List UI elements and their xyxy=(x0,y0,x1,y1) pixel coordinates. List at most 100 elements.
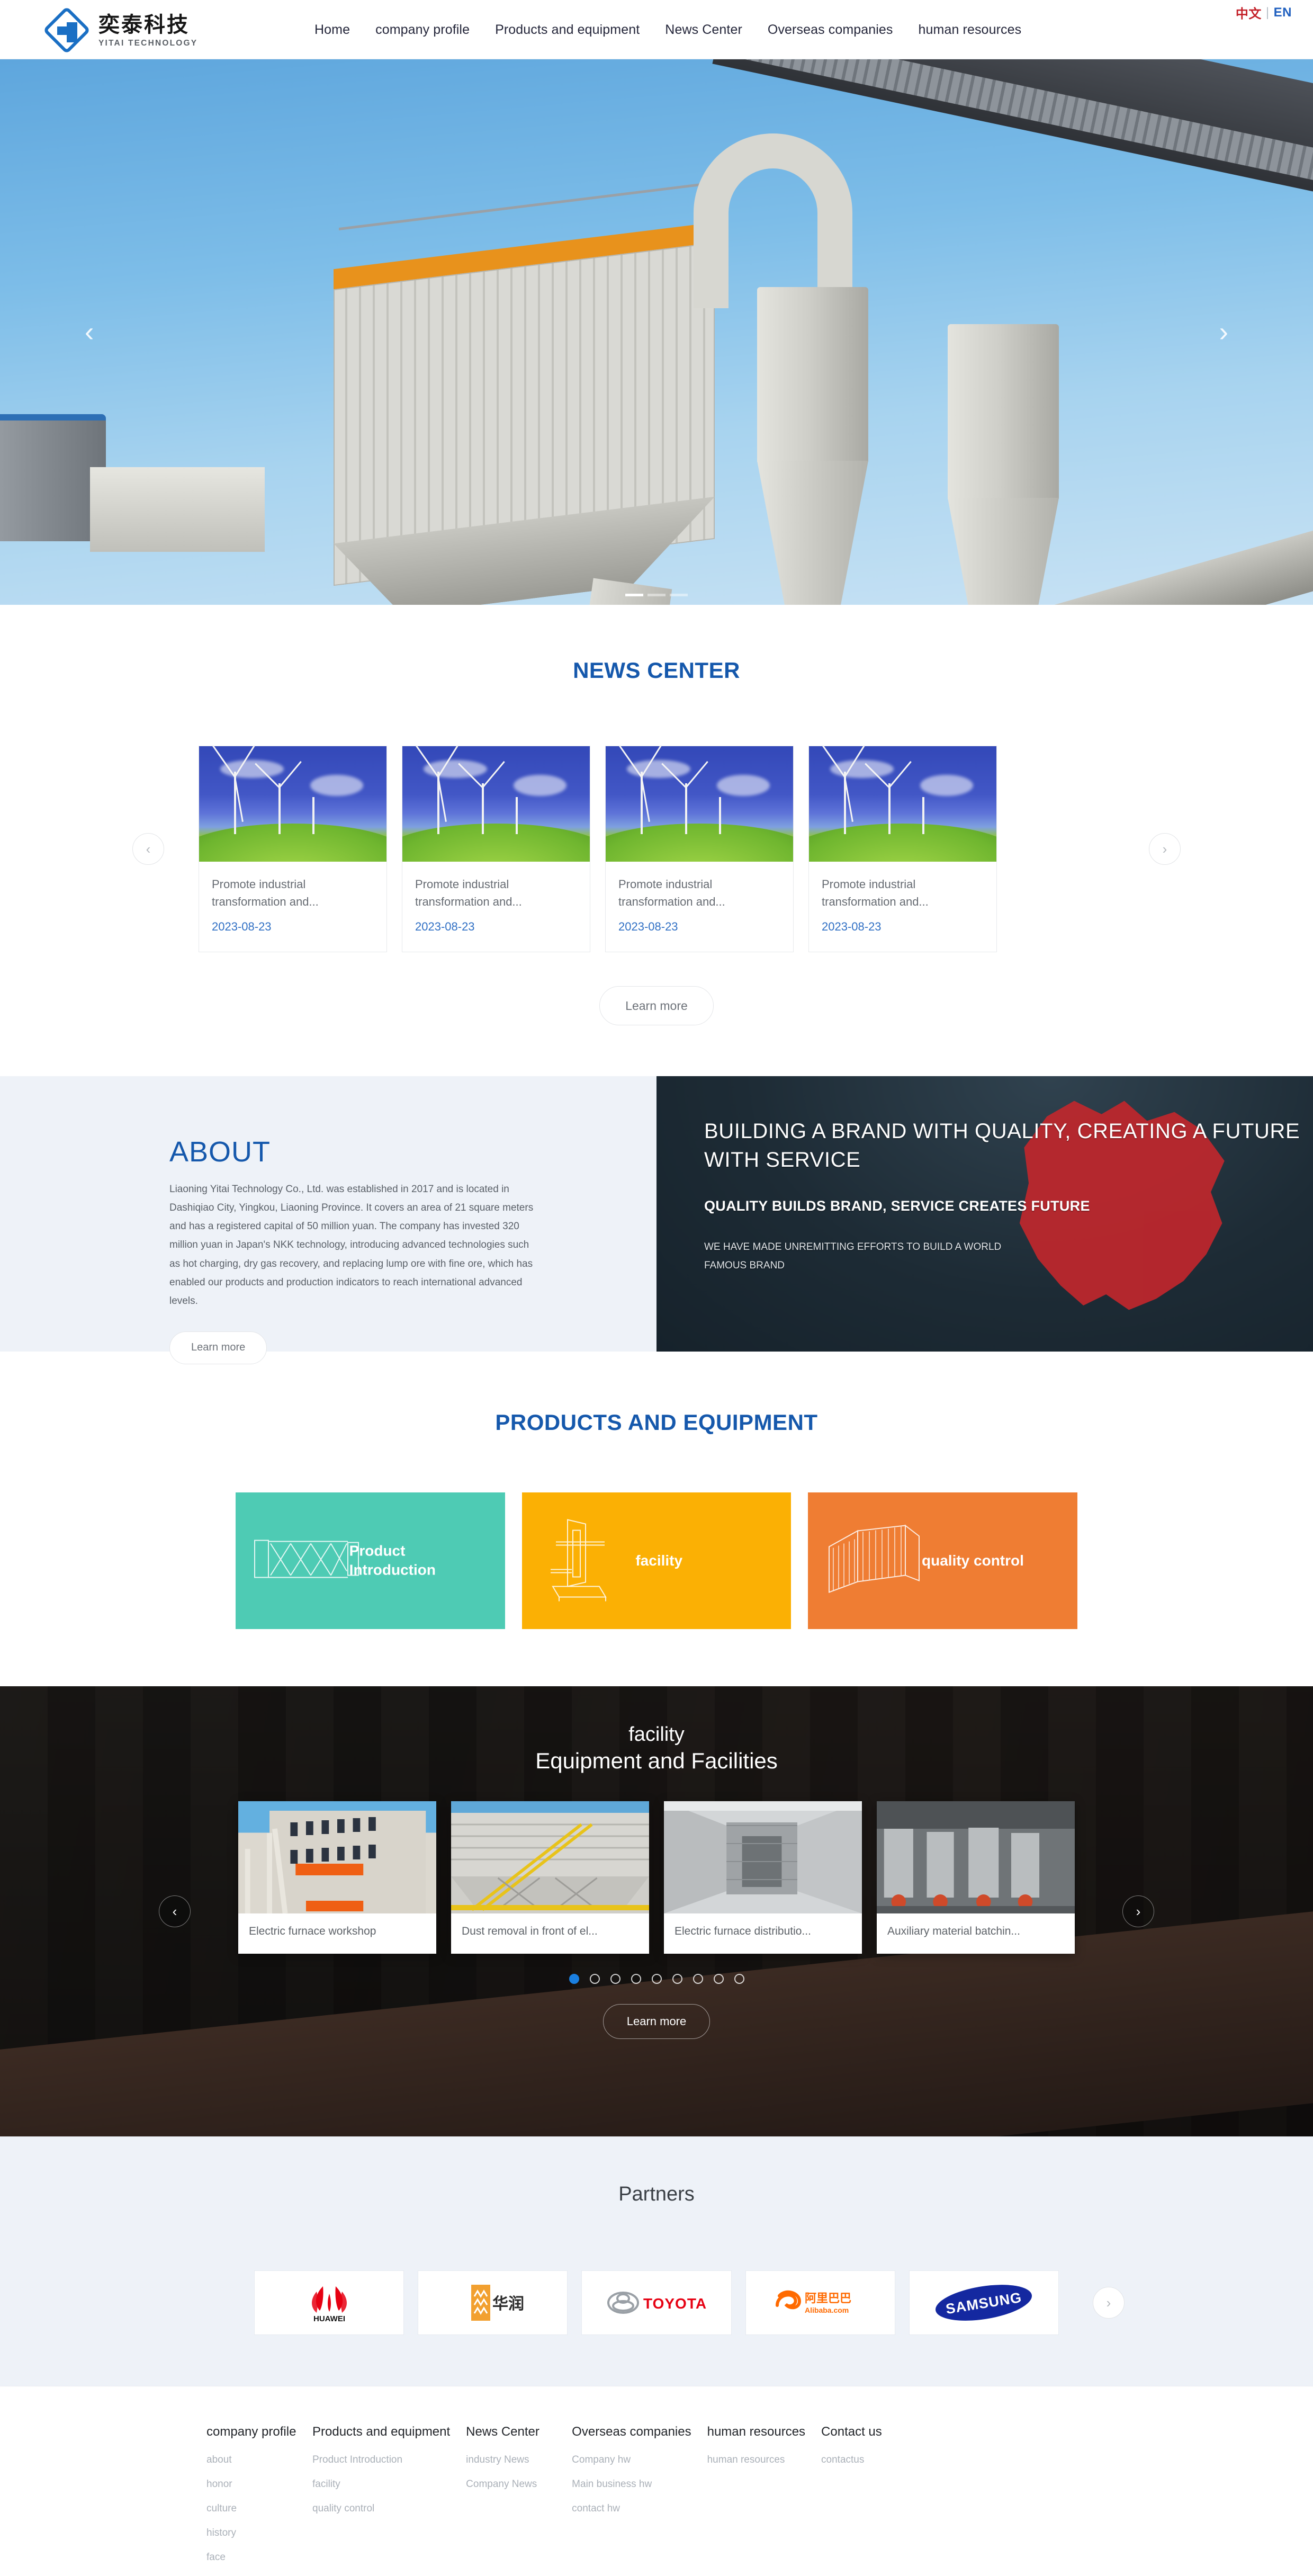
facility-dot[interactable] xyxy=(672,1974,682,1984)
hero-prev-arrow[interactable]: ‹ xyxy=(85,318,94,346)
facility-card[interactable]: Electric furnace distributio... xyxy=(664,1801,862,1954)
news-prev-button[interactable]: ‹ xyxy=(132,833,164,865)
facility-dot[interactable] xyxy=(713,1974,724,1984)
news-card[interactable]: Promote industrial transformation and...… xyxy=(605,746,794,952)
partners-next-button[interactable]: › xyxy=(1093,2287,1125,2319)
news-card[interactable]: Promote industrial transformation and...… xyxy=(808,746,997,952)
yitai-diamond-logo-icon xyxy=(42,6,91,55)
footer-column-news-center: News Center industry News Company News xyxy=(466,2425,556,2576)
partner-logo-toyota[interactable]: TOYOTA xyxy=(581,2270,732,2335)
facility-dot[interactable] xyxy=(651,1974,662,1984)
footer-heading[interactable]: Contact us xyxy=(821,2425,911,2439)
turbine-blade xyxy=(685,761,708,788)
lang-chinese-link[interactable]: 中文 xyxy=(1236,3,1262,22)
brand-name-en: YITAI TECHNOLOGY xyxy=(98,38,198,48)
main-navigation[interactable]: Home company profile Products and equipm… xyxy=(302,0,1034,59)
about-description: Liaoning Yitai Technology Co., Ltd. was … xyxy=(169,1184,534,1307)
footer-link[interactable]: Company News xyxy=(466,2479,556,2490)
facility-next-button[interactable]: › xyxy=(1122,1895,1154,1927)
product-card-facility[interactable]: facility xyxy=(521,1492,792,1629)
news-center-title: NEWS CENTER xyxy=(573,658,740,683)
footer-link[interactable]: Main business hw xyxy=(572,2479,691,2490)
footer-heading[interactable]: Overseas companies xyxy=(572,2425,691,2439)
news-card[interactable]: Promote industrial transformation and...… xyxy=(402,746,590,952)
footer-link[interactable]: human resources xyxy=(707,2454,805,2466)
hero-next-arrow[interactable]: › xyxy=(1219,318,1228,346)
footer-link[interactable]: facility xyxy=(312,2479,450,2490)
partner-logo-china-resources[interactable]: 华润 xyxy=(418,2270,568,2335)
brand-logo[interactable]: 奕泰科技 YITAI TECHNOLOGY xyxy=(42,6,197,55)
footer-column-overseas-companies: Overseas companies Company hw Main busin… xyxy=(572,2425,691,2576)
facility-card[interactable]: Auxiliary material batchin... xyxy=(877,1801,1075,1954)
facility-card-caption: Electric furnace workshop xyxy=(249,1925,376,1937)
facility-photo xyxy=(451,1801,649,1913)
news-card[interactable]: Promote industrial transformation and...… xyxy=(199,746,387,952)
wind-turbine-icon xyxy=(516,797,518,834)
partner-logo-samsung[interactable]: SAMSUNG xyxy=(909,2270,1059,2335)
footer-link[interactable]: history xyxy=(206,2527,296,2539)
hero-slide-indicators[interactable] xyxy=(625,594,688,596)
nav-item-products-and-equipment[interactable]: Products and equipment xyxy=(482,22,652,38)
footer-link[interactable]: contact hw xyxy=(572,2503,691,2515)
nav-item-company-profile[interactable]: company profile xyxy=(363,22,482,38)
footer-heading[interactable]: company profile xyxy=(206,2425,296,2439)
partner-logo-huawei[interactable]: HUAWEI xyxy=(254,2270,404,2335)
about-section: ABOUT Liaoning Yitai Technology Co., Ltd… xyxy=(0,1076,1313,1364)
footer-heading[interactable]: Products and equipment xyxy=(312,2425,450,2439)
nav-item-home[interactable]: Home xyxy=(302,22,363,38)
hero-dot[interactable] xyxy=(670,594,688,596)
hero-carousel[interactable]: ‹ › xyxy=(0,59,1313,605)
wind-turbine-icon xyxy=(312,797,314,834)
facility-dot[interactable] xyxy=(734,1974,744,1984)
about-learn-more-button[interactable]: Learn more xyxy=(169,1331,267,1364)
facility-dot[interactable] xyxy=(631,1974,641,1984)
news-next-button[interactable]: › xyxy=(1149,833,1181,865)
nav-item-human-resources[interactable]: human resources xyxy=(906,22,1035,38)
news-thumbnail xyxy=(606,746,793,862)
nav-item-news-center[interactable]: News Center xyxy=(652,22,755,38)
cloud-shape xyxy=(514,775,566,796)
hero-dot[interactable] xyxy=(625,594,643,596)
facility-dot[interactable] xyxy=(569,1974,579,1984)
footer-link[interactable]: face xyxy=(206,2552,296,2563)
facility-learn-more-button[interactable]: Learn more xyxy=(602,2004,711,2039)
hero-dot[interactable] xyxy=(647,594,666,596)
footer-heading[interactable]: human resources xyxy=(707,2425,805,2439)
lang-english-link[interactable]: EN xyxy=(1274,5,1292,20)
footer-link[interactable]: Company hw xyxy=(572,2454,691,2466)
news-card-date: 2023-08-23 xyxy=(618,920,678,933)
hill-shape xyxy=(199,824,386,862)
footer-heading[interactable]: News Center xyxy=(466,2425,556,2439)
facility-card[interactable]: Dust removal in front of el... xyxy=(451,1801,649,1954)
facility-dot[interactable] xyxy=(589,1974,600,1984)
footer-column-company-profile: company profile about honor culture hist… xyxy=(206,2425,296,2576)
footer-link[interactable]: contactus xyxy=(821,2454,911,2466)
partner-logo-alibaba[interactable]: 阿里巴巴 Alibaba.com xyxy=(745,2270,895,2335)
footer-link[interactable]: quality control xyxy=(312,2503,450,2515)
footer-link[interactable]: Product Introduction xyxy=(312,2454,450,2466)
news-card-date: 2023-08-23 xyxy=(822,920,882,933)
facility-dot[interactable] xyxy=(610,1974,620,1984)
footer-link[interactable]: about xyxy=(206,2454,296,2466)
banner-headline: BUILDING A BRAND WITH QUALITY, CREATING … xyxy=(704,1120,1300,1171)
products-card-row: Product Introduction facility quality co… xyxy=(236,1492,1078,1629)
banner-caption: WE HAVE MADE UNREMITTING EFFORTS TO BUIL… xyxy=(704,1241,1002,1272)
facility-slide-indicators[interactable] xyxy=(0,1974,1313,1984)
facility-dot[interactable] xyxy=(693,1974,703,1984)
footer-link[interactable]: industry News xyxy=(466,2454,556,2466)
about-text-panel: ABOUT Liaoning Yitai Technology Co., Ltd… xyxy=(0,1076,656,1364)
hero-pipe-arc xyxy=(694,133,852,308)
news-card-title: Promote industrial transformation and... xyxy=(212,878,319,908)
footer-link[interactable]: honor xyxy=(206,2479,296,2490)
product-card-product-introduction[interactable]: Product Introduction xyxy=(236,1492,505,1629)
facility-card[interactable]: Electric furnace workshop xyxy=(238,1801,436,1954)
language-switcher[interactable]: 中文 | EN xyxy=(1236,3,1292,22)
hill-shape xyxy=(606,824,793,862)
news-thumbnail xyxy=(402,746,590,862)
nav-item-overseas-companies[interactable]: Overseas companies xyxy=(755,22,906,38)
footer-link[interactable]: culture xyxy=(206,2503,296,2515)
news-learn-more-button[interactable]: Learn more xyxy=(599,986,714,1025)
facility-prev-button[interactable]: ‹ xyxy=(159,1895,191,1927)
product-card-quality-control[interactable]: quality control xyxy=(808,1492,1078,1629)
partners-section: Partners HUAWEI 华润 TOYOTA 阿里巴巴 Alibaba.c… xyxy=(0,2136,1313,2386)
